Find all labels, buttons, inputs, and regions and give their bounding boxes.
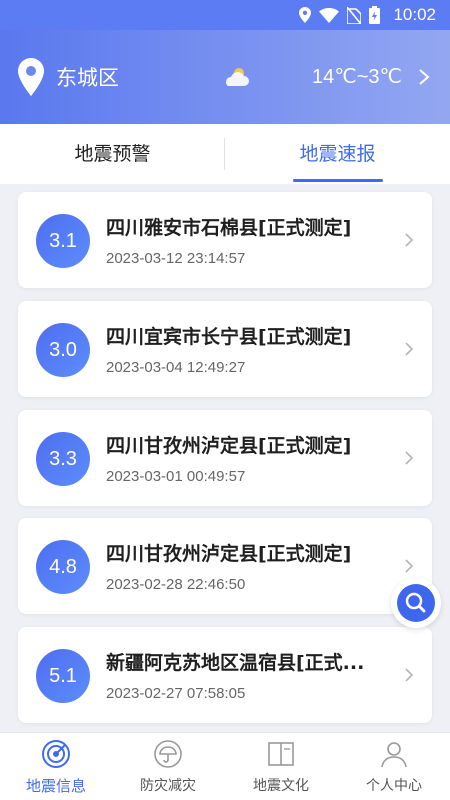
nav-item-personal-center[interactable]: 个人中心 bbox=[338, 733, 450, 800]
magnitude-badge: 3.1 bbox=[36, 214, 90, 268]
earthquake-title: 四川甘孜州泸定县[正式测定] bbox=[106, 435, 352, 457]
book-icon bbox=[268, 742, 294, 766]
chevron-right-icon bbox=[405, 668, 414, 682]
wifi-icon bbox=[319, 7, 339, 23]
magnitude-badge: 4.8 bbox=[36, 540, 90, 594]
location-weather-header[interactable]: 东城区 14℃~3℃ bbox=[0, 30, 450, 124]
tab-bar: 地震预警 地震速报 bbox=[0, 124, 450, 184]
person-icon bbox=[381, 742, 407, 768]
umbrella-icon bbox=[154, 740, 182, 768]
status-bar: 10:02 bbox=[0, 0, 450, 30]
cloudy-sun-icon bbox=[226, 68, 249, 86]
location-pin-icon bbox=[18, 58, 44, 96]
radar-icon bbox=[42, 740, 70, 768]
earthquake-card[interactable]: 3.0 四川宜宾市长宁县[正式测定] 2023-03-04 12:49:27 bbox=[18, 301, 432, 397]
bottom-navigation: 地震信息 防灾减灾 地震文化 个人中心 bbox=[0, 732, 450, 800]
earthquake-card[interactable]: 4.8 四川甘孜州泸定县[正式测定] 2023-02-28 22:46:50 bbox=[18, 518, 432, 614]
magnitude-badge: 3.0 bbox=[36, 323, 90, 377]
tab-early-warning[interactable]: 地震预警 bbox=[0, 124, 225, 184]
earthquake-card[interactable]: 5.1 新疆阿克苏地区温宿县[正式... 2023-02-27 07:58:05 bbox=[18, 627, 432, 723]
earthquake-title: 四川宜宾市长宁县[正式测定] bbox=[106, 326, 352, 348]
nav-item-disaster-prevention[interactable]: 防灾减灾 bbox=[112, 733, 224, 800]
chevron-right-icon bbox=[405, 451, 414, 465]
location-name[interactable]: 东城区 bbox=[56, 62, 119, 92]
chevron-right-icon bbox=[405, 342, 414, 356]
search-icon bbox=[405, 592, 426, 613]
earthquake-card[interactable]: 3.1 四川雅安市石棉县[正式测定] 2023-03-12 23:14:57 bbox=[18, 192, 432, 288]
earthquake-time: 2023-03-01 00:49:57 bbox=[106, 468, 246, 485]
nav-label: 地震文化 bbox=[253, 778, 309, 794]
active-tab-indicator bbox=[293, 179, 383, 182]
earthquake-title: 四川甘孜州泸定县[正式测定] bbox=[106, 543, 352, 565]
earthquake-time: 2023-03-04 12:49:27 bbox=[106, 359, 246, 376]
nav-label: 个人中心 bbox=[366, 778, 422, 794]
status-time: 10:02 bbox=[393, 5, 436, 24]
chevron-right-icon[interactable] bbox=[418, 68, 430, 86]
chevron-right-icon bbox=[405, 559, 414, 573]
earthquake-title: 新疆阿克苏地区温宿县[正式... bbox=[106, 652, 365, 674]
earthquake-time: 2023-03-12 23:14:57 bbox=[106, 250, 246, 267]
no-sim-icon bbox=[347, 6, 361, 24]
chevron-right-icon bbox=[405, 233, 414, 247]
temperature-range: 14℃~3℃ bbox=[312, 66, 402, 88]
nav-item-earthquake-culture[interactable]: 地震文化 bbox=[225, 733, 337, 800]
status-icons bbox=[299, 6, 380, 24]
search-button[interactable] bbox=[391, 578, 441, 628]
nav-item-earthquake-info[interactable]: 地震信息 bbox=[0, 733, 112, 800]
magnitude-badge: 5.1 bbox=[36, 649, 90, 703]
earthquake-time: 2023-02-27 07:58:05 bbox=[106, 685, 246, 702]
nav-label: 地震信息 bbox=[25, 777, 86, 795]
battery-icon bbox=[369, 6, 380, 24]
earthquake-card[interactable]: 3.3 四川甘孜州泸定县[正式测定] 2023-03-01 00:49:57 bbox=[18, 410, 432, 506]
search-button-inner bbox=[397, 584, 435, 622]
magnitude-badge: 3.3 bbox=[36, 432, 90, 486]
earthquake-title: 四川雅安市石棉县[正式测定] bbox=[106, 217, 352, 239]
tab-quick-report[interactable]: 地震速报 bbox=[225, 124, 450, 184]
earthquake-time: 2023-02-28 22:46:50 bbox=[106, 576, 246, 593]
nav-label: 防灾减灾 bbox=[140, 778, 196, 794]
location-status-icon bbox=[299, 7, 311, 23]
